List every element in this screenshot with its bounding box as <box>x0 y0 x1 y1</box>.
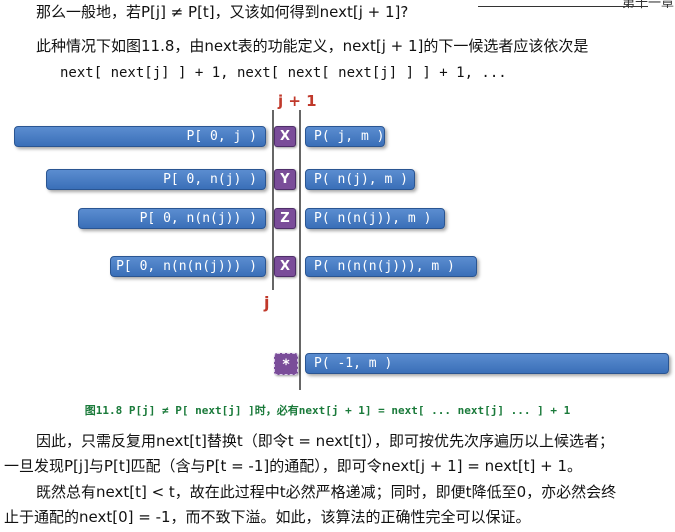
mismatch-mark: X <box>274 126 296 147</box>
figure-caption: 图11.8 P[j] ≠ P[ next[j] ]时，必有next[j + 1]… <box>84 404 571 417</box>
running-header-fragment: 第十一章 <box>622 0 675 11</box>
mismatch-mark: Y <box>274 169 296 190</box>
intro-line-1: 此种情况下如图11.8，由next表的功能定义，next[j + 1]的下一候选… <box>36 37 589 55</box>
suffix-bar: P( j, m ) <box>305 126 385 147</box>
para2-line-2: 止于通配的next[0] = -1，而不致下溢。如此，该算法的正确性完全可以保证… <box>4 508 531 526</box>
prefix-bar: P[ 0, j ) <box>14 126 266 147</box>
intro-line-2: next[ next[j] ] + 1, next[ next[ next[j]… <box>60 65 507 81</box>
prefix-bar: P[ 0, n(j) ) <box>46 169 266 190</box>
question-line: 那么一般地，若P[j] ≠ P[t]，又该如何得到next[j + 1]? <box>36 3 409 21</box>
wildcard-mark: * <box>274 353 298 375</box>
j-plus-1-label: j + 1 <box>278 92 317 110</box>
para1-line-1: 因此，只需反复用next[t]替换t（即令t = next[t]），即可按优先次… <box>36 432 615 450</box>
suffix-bar: P( n(n(n(j))), m ) <box>305 256 477 277</box>
suffix-bar: P( n(j), m ) <box>305 169 415 190</box>
mismatch-mark: Z <box>274 208 296 229</box>
para1-line-2: 一旦发现P[j]与P[t]匹配（含与P[t = -1]的通配），即可令next[… <box>4 457 583 475</box>
j-plus-1-boundary-line <box>299 110 301 390</box>
mismatch-mark: X <box>274 256 296 277</box>
j-label: j <box>264 293 270 312</box>
para2-line-1: 既然总有next[t] < t，故在此过程中t必然严格递减；同时，即便t降低至0… <box>36 483 617 501</box>
suffix-bar-sentinel: P( -1, m ) <box>305 353 669 374</box>
prefix-bar: P[ 0, n(n(n(j))) ) <box>110 256 266 277</box>
prefix-bar: P[ 0, n(n(j)) ) <box>78 208 266 229</box>
suffix-bar: P( n(n(j)), m ) <box>305 208 445 229</box>
